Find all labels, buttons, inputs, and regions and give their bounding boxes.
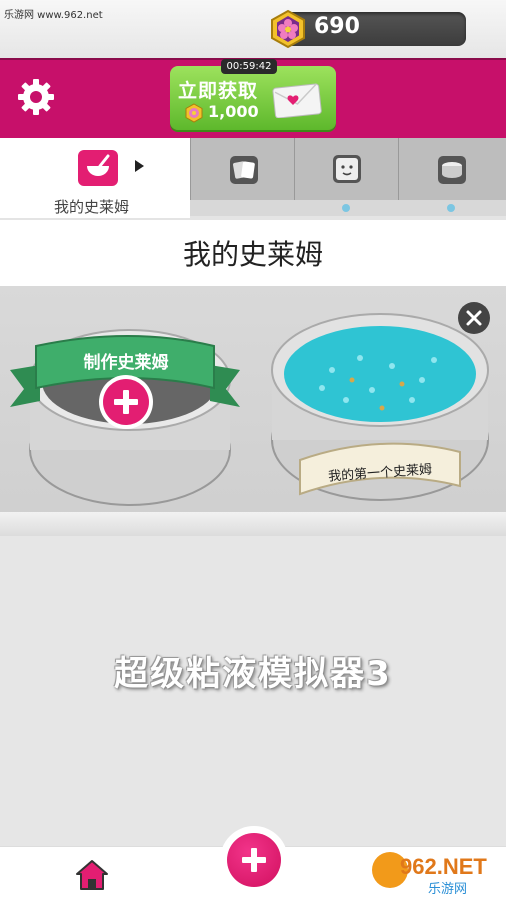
currency-amount: 690: [314, 14, 360, 39]
cards-icon: [230, 156, 258, 184]
close-button[interactable]: [458, 302, 490, 334]
notification-dot: [342, 204, 350, 212]
flower-coin-icon: [185, 103, 203, 123]
section-title: 我的史莱姆: [182, 238, 323, 271]
watermark-text: 乐游网 www.962.net: [4, 10, 103, 21]
currency-display: [282, 12, 466, 46]
flower-coin-icon: [271, 9, 305, 49]
notification-dot: [447, 204, 455, 212]
offer-amount: 1,000: [208, 102, 259, 121]
watermark-logo: 962.NET 乐游网: [372, 852, 502, 897]
tab-label: 我的史莱姆: [54, 198, 130, 216]
watermark-brand: 962.NET: [400, 854, 487, 879]
offer-title: 立即获取: [178, 80, 259, 102]
create-slime-container[interactable]: [0, 300, 250, 520]
face-icon: [333, 155, 361, 183]
close-icon: [466, 310, 482, 326]
plus-icon: [242, 848, 266, 872]
game-title-overlay: 超级粘液模拟器3: [114, 654, 392, 694]
envelope-icon: [272, 83, 322, 118]
add-slime-button[interactable]: [227, 833, 281, 887]
tab-arrow-icon: [135, 160, 144, 172]
settings-gear-icon[interactable]: [16, 77, 56, 117]
container-icon: [438, 156, 466, 184]
home-icon[interactable]: [74, 858, 110, 892]
watermark-site: 乐游网: [428, 882, 468, 897]
offer-timer: 00:59:42: [221, 59, 277, 74]
slime-bowl-icon: [78, 150, 118, 186]
create-slime-label: 制作史莱姆: [83, 353, 169, 373]
